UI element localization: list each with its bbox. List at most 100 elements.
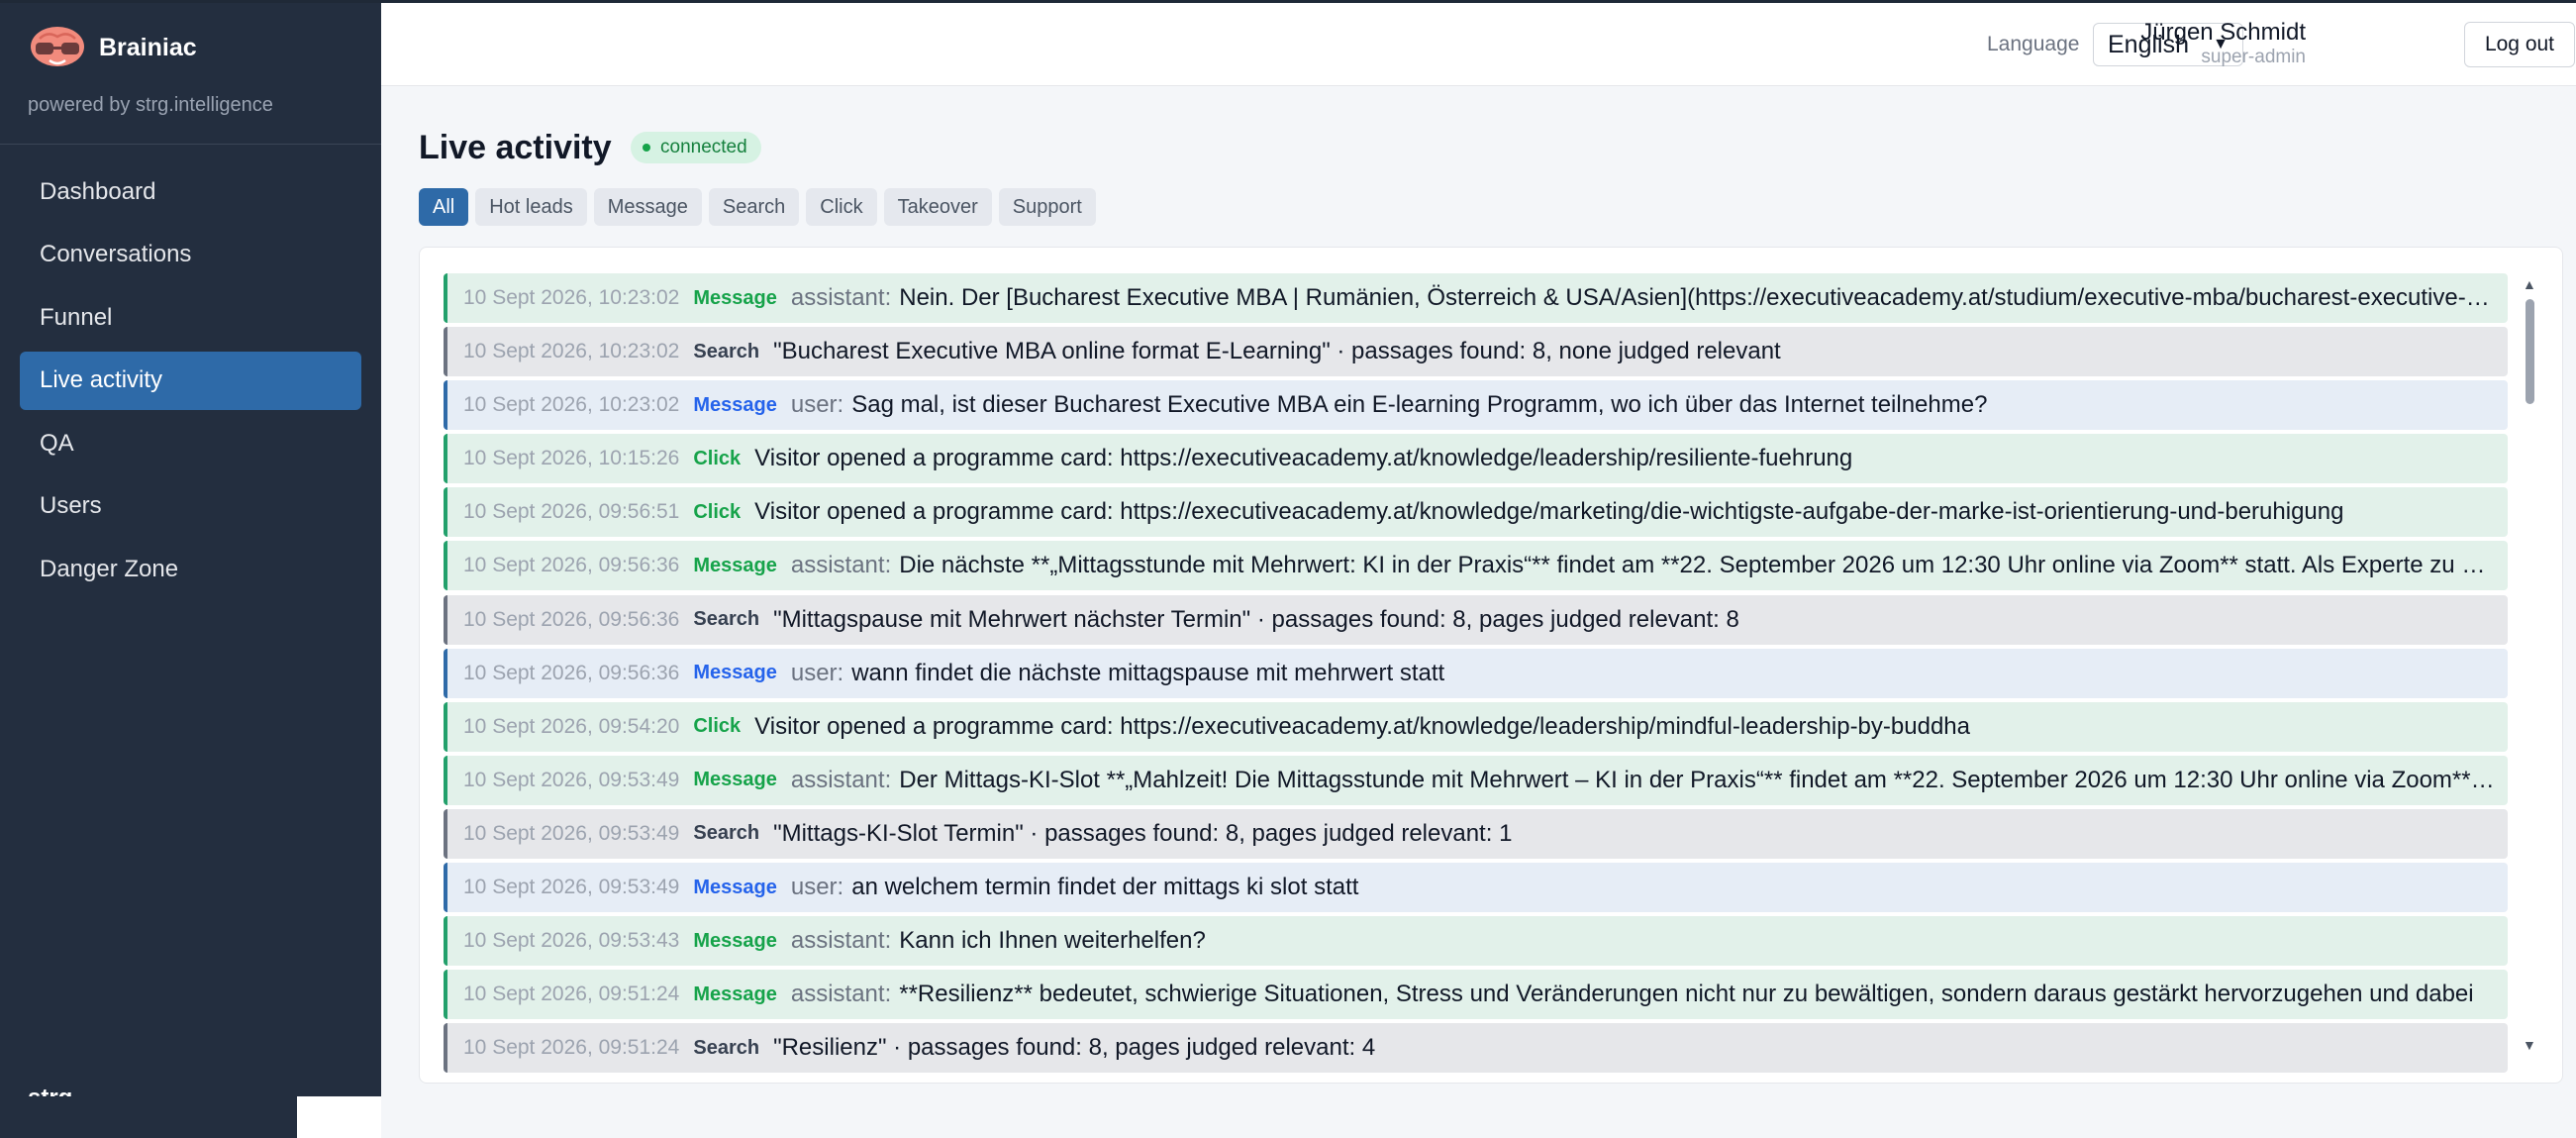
activity-type: Message [693,983,777,1005]
activity-text: Kann ich Ihnen weiterhelfen? [899,927,1206,955]
activity-text: Der Mittags-KI-Slot **„Mahlzeit! Die Mit… [899,766,2508,793]
filter-takeover[interactable]: Takeover [883,188,992,226]
activity-timestamp: 10 Sept 2026, 09:54:20 [463,714,680,738]
activity-role: assistant: [790,766,892,793]
page-title: Live activity [419,129,612,166]
activity-type: Message [693,929,777,952]
activity-text: **Resilienz** bedeutet, schwierige Situa… [899,981,2474,1008]
activity-row[interactable]: 10 Sept 2026, 09:56:36 Message assistant… [444,541,2508,591]
sidebar-item-live-activity[interactable]: Live activity [20,351,361,410]
activity-text: "Resilienz" · passages found: 8, pages j… [773,1034,1376,1062]
activity-row[interactable]: 10 Sept 2026, 09:56:36 Search "Mittagspa… [444,594,2508,645]
activity-list: 10 Sept 2026, 10:23:02 Message assistant… [444,273,2508,1077]
activity-feed: 10 Sept 2026, 10:23:02 Message assistant… [419,247,2563,1084]
activity-row[interactable]: 10 Sept 2026, 10:23:02 Message assistant… [444,273,2508,323]
activity-timestamp: 10 Sept 2026, 09:51:24 [463,983,680,1006]
sidebar-item-danger-zone[interactable]: Danger Zone [20,540,361,598]
activity-timestamp: 10 Sept 2026, 09:56:51 [463,500,680,524]
activity-text: an welchem termin findet der mittags ki … [851,874,1359,901]
activity-role: assistant: [790,927,892,955]
filter-hot-leads[interactable]: Hot leads [475,188,587,226]
activity-row[interactable]: 10 Sept 2026, 09:54:20 Click Visitor ope… [444,701,2508,752]
brand[interactable]: Brainiac [28,25,197,70]
activity-row[interactable]: 10 Sept 2026, 10:15:26 Click Visitor ope… [444,434,2508,484]
activity-role: user: [790,391,844,419]
scrollbar-thumb[interactable] [2526,299,2534,404]
activity-timestamp: 10 Sept 2026, 09:53:49 [463,821,680,845]
sidebar-item-conversations[interactable]: Conversations [20,226,361,284]
brain-logo-icon [31,27,84,66]
activity-row[interactable]: 10 Sept 2026, 09:53:49 Search "Mittags-K… [444,808,2508,859]
top-bar: Language English ▼ Jürgen Schmidt super-… [381,3,2576,86]
activity-type: Click [693,715,742,738]
logout-button[interactable]: Log out [2464,22,2575,67]
activity-type: Message [693,662,777,684]
activity-text: "Bucharest Executive MBA online format E… [773,338,1781,365]
sidebar-nav: Dashboard Conversations Funnel Live acti… [20,162,361,603]
activity-text: Visitor opened a programme card: https:/… [754,712,1970,740]
activity-type: Message [693,876,777,898]
sidebar-item-dashboard[interactable]: Dashboard [20,162,361,221]
activity-timestamp: 10 Sept 2026, 09:56:36 [463,607,680,631]
activity-role: assistant: [790,284,892,311]
activity-timestamp: 10 Sept 2026, 09:53:49 [463,768,680,791]
activity-type: Search [693,822,760,845]
activity-type: Message [693,393,777,416]
activity-text: Visitor opened a programme card: https:/… [754,498,2344,526]
activity-text: Nein. Der [Bucharest Executive MBA | Rum… [899,284,2508,311]
user-name: Jürgen Schmidt [2140,19,2306,46]
activity-role: user: [790,659,844,686]
activity-text: "Mittagspause mit Mehrwert nächster Term… [773,605,1739,633]
filter-message[interactable]: Message [593,188,702,226]
activity-row[interactable]: 10 Sept 2026, 09:51:24 Search "Resilienz… [444,1023,2508,1074]
main-content: Language English ▼ Jürgen Schmidt super-… [381,3,2576,1138]
sidebar: Brainiac powered by strg.intelligence Da… [0,3,381,1099]
feed-scrollbar[interactable]: ▲ ▼ [2523,277,2536,1060]
activity-row[interactable]: 10 Sept 2026, 10:23:02 Search "Bucharest… [444,327,2508,377]
activity-timestamp: 10 Sept 2026, 09:53:43 [463,929,680,953]
activity-text: Sag mal, ist dieser Bucharest Executive … [851,391,1988,419]
activity-timestamp: 10 Sept 2026, 09:56:36 [463,554,680,577]
activity-role: user: [790,874,844,901]
activity-row[interactable]: 10 Sept 2026, 10:23:02 Message user: Sag… [444,380,2508,431]
activity-timestamp: 10 Sept 2026, 09:51:24 [463,1036,680,1060]
activity-type: Message [693,286,777,309]
activity-row[interactable]: 10 Sept 2026, 09:56:36 Message user: wan… [444,648,2508,698]
scroll-up-arrow-icon[interactable]: ▲ [2523,277,2536,291]
activity-type: Search [693,340,760,362]
activity-type: Search [693,608,760,631]
scroll-down-arrow-icon[interactable]: ▼ [2523,1038,2536,1052]
activity-text: Visitor opened a programme card: https:/… [754,445,1853,472]
status-badge-label: connected [660,137,747,157]
activity-type: Message [693,554,777,576]
sidebar-item-users[interactable]: Users [20,477,361,536]
sidebar-item-funnel[interactable]: Funnel [20,288,361,347]
activity-row[interactable]: 10 Sept 2026, 09:53:43 Message assistant… [444,916,2508,967]
activity-text: "Mittags-KI-Slot Termin" · passages foun… [773,819,1513,847]
activity-type: Click [693,447,742,469]
activity-row[interactable]: 10 Sept 2026, 09:53:49 Message user: an … [444,863,2508,913]
activity-timestamp: 10 Sept 2026, 10:23:02 [463,393,680,417]
activity-row[interactable]: 10 Sept 2026, 09:51:24 Message assistant… [444,970,2508,1020]
brand-name: Brainiac [99,33,197,61]
sidebar-item-qa[interactable]: QA [20,414,361,472]
activity-row[interactable]: 10 Sept 2026, 09:56:51 Click Visitor ope… [444,487,2508,538]
activity-type: Click [693,500,742,523]
filter-search[interactable]: Search [708,188,800,226]
status-dot-icon [643,144,650,152]
sidebar-bottom-strip [0,1096,297,1138]
activity-role: assistant: [790,552,892,579]
filter-click[interactable]: Click [806,188,877,226]
user-role: super-admin [2201,47,2306,67]
status-badge: connected [631,132,761,163]
activity-type: Message [693,769,777,791]
sidebar-divider [0,144,381,145]
activity-row[interactable]: 10 Sept 2026, 09:53:49 Message assistant… [444,755,2508,805]
filter-all[interactable]: All [419,188,469,226]
powered-by-text: powered by strg.intelligence [28,94,273,116]
activity-text: wann findet die nächste mittagspause mit… [851,659,1445,686]
filter-support[interactable]: Support [998,188,1096,226]
activity-timestamp: 10 Sept 2026, 10:15:26 [463,447,680,470]
activity-role: assistant: [790,981,892,1008]
activity-type: Search [693,1036,760,1059]
